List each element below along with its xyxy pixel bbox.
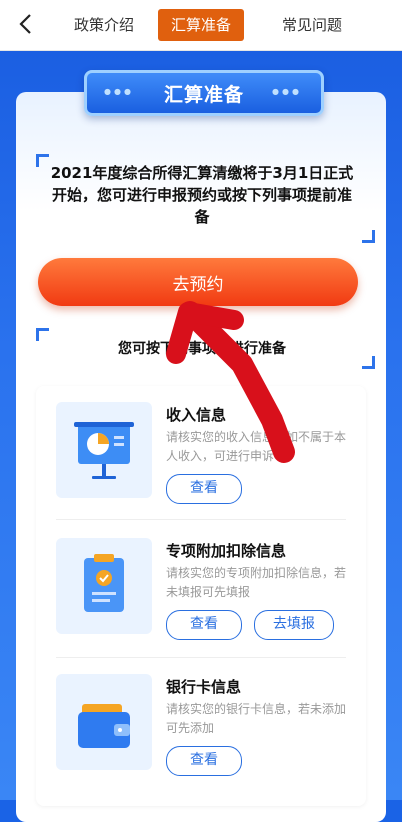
item-title: 银行卡信息 xyxy=(166,678,242,696)
top-nav-bar: 政策介绍 汇算准备 常见问题 xyxy=(0,0,402,51)
wallet-icon xyxy=(56,674,152,770)
item-description: 请核实您的专项附加扣除信息，若未填报可先填报 xyxy=(166,566,347,599)
decor-dots-left: ●●● xyxy=(104,87,134,96)
sub-heading: 您可按下列事项先进行准备 xyxy=(118,341,286,357)
corner-bracket xyxy=(362,356,375,369)
view-deduction-button[interactable]: 查看 xyxy=(166,610,242,640)
tab-settlement-prep[interactable]: 汇算准备 xyxy=(158,9,244,41)
reserve-button[interactable]: 去预约 xyxy=(38,258,358,306)
item-description: 请核实您的银行卡信息，若未添加可先添加 xyxy=(166,702,347,735)
fill-deduction-button[interactable]: 去填报 xyxy=(254,610,334,640)
tab-faq[interactable]: 常见问题 xyxy=(264,9,360,41)
intro-text: 2021年度综合所得汇算清缴将于3月1日正式开始，您可进行申报预约或按下列事项提… xyxy=(50,164,354,226)
divider xyxy=(56,657,346,658)
back-arrow-icon[interactable] xyxy=(10,8,40,40)
decor-dots-right: ●●● xyxy=(272,87,302,96)
view-income-button[interactable]: 查看 xyxy=(166,474,242,504)
prep-list: 收入信息 请核实您的收入信息，如不属于本人收入，可进行申诉 查看 专项附加扣除信… xyxy=(36,386,366,806)
item-title: 专项附加扣除信息 xyxy=(166,542,287,560)
divider xyxy=(56,519,346,520)
clipboard-check-icon xyxy=(56,538,152,634)
tab-policy-intro[interactable]: 政策介绍 xyxy=(56,9,152,41)
item-description: 请核实您的收入信息，如不属于本人收入，可进行申诉 xyxy=(166,430,347,463)
item-title: 收入信息 xyxy=(166,406,227,424)
presentation-board-icon xyxy=(56,402,152,498)
view-bank-card-button[interactable]: 查看 xyxy=(166,746,242,776)
corner-bracket xyxy=(362,230,375,243)
